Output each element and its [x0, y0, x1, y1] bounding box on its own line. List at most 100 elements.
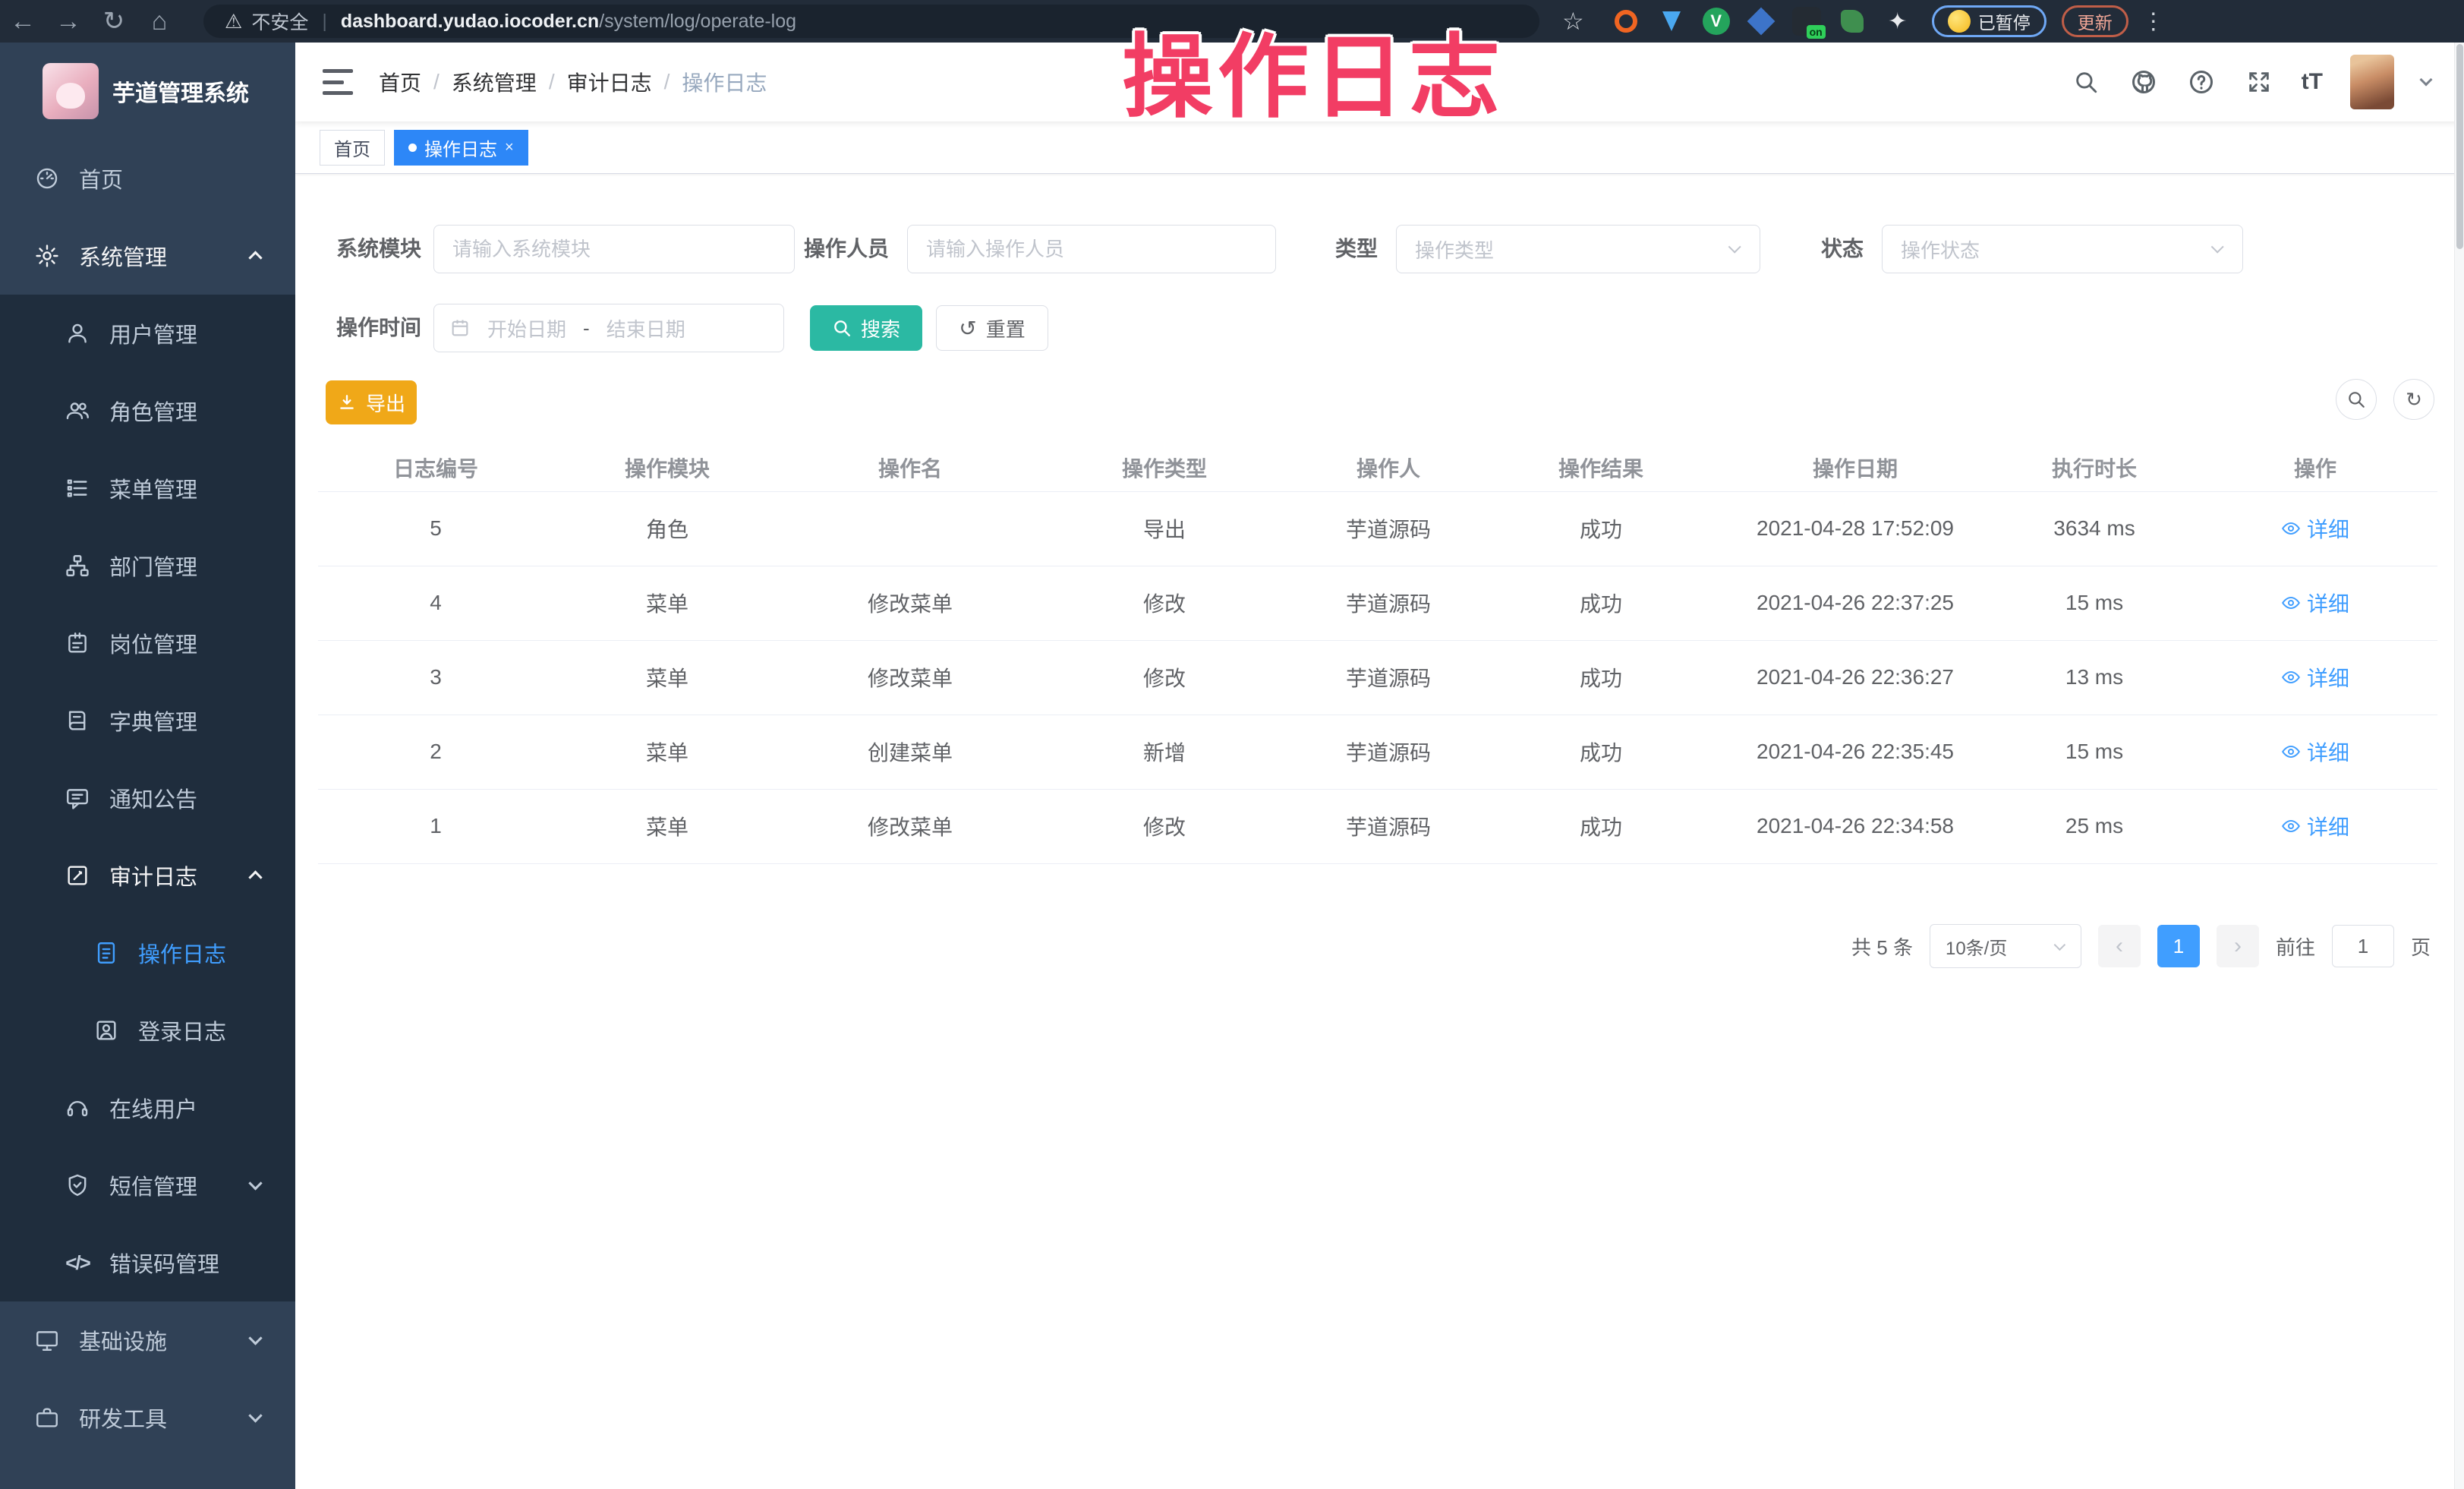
sidebar-item-sms-management[interactable]: 短信管理 [0, 1147, 295, 1224]
sidebar-item-user-management[interactable]: 用户管理 [0, 295, 295, 372]
sidebar-item-home[interactable]: 首页 [0, 140, 295, 217]
col-date: 操作日期 [1715, 444, 1996, 491]
table-header-row: 日志编号 操作模块 操作名 操作类型 操作人 操作结果 操作日期 执行时长 操作 [318, 444, 2437, 491]
breadcrumb-audit-log[interactable]: 审计日志 [567, 67, 652, 97]
sidebar-item-system-management[interactable]: 系统管理 [0, 217, 295, 295]
shield-icon [62, 1172, 93, 1198]
main-content: 系统模块 操作人员 类型 操作类型 状态 操作状态 操作时间 开始日期 - 结束… [295, 174, 2464, 1489]
extension-orange-icon[interactable] [1612, 7, 1640, 36]
breadcrumb-home[interactable]: 首页 [379, 67, 421, 97]
scrollbar-thumb[interactable] [2456, 44, 2463, 249]
pagination-total: 共 5 条 [1851, 932, 1913, 961]
user-icon [62, 320, 93, 346]
goto-page-input[interactable] [2332, 925, 2394, 967]
sidebar-item-operate-log[interactable]: 操作日志 [0, 914, 295, 992]
github-icon[interactable] [2128, 67, 2159, 97]
sidebar-item-error-code[interactable]: </> 错误码管理 [0, 1224, 295, 1301]
paused-extension-pill[interactable]: 已暂停 [1932, 5, 2047, 37]
page-1-button[interactable]: 1 [2157, 925, 2200, 967]
sidebar-item-login-log[interactable]: 登录日志 [0, 992, 295, 1069]
browser-forward-icon[interactable]: → [46, 7, 91, 36]
sidebar-item-post-management[interactable]: 岗位管理 [0, 604, 295, 682]
col-result: 操作结果 [1487, 444, 1715, 491]
address-bar[interactable]: ⚠ 不安全 | dashboard.yudao.iocoder.cn/syste… [203, 5, 1539, 38]
sidebar-item-menu-management[interactable]: 菜单管理 [0, 450, 295, 527]
browser-update-button[interactable]: 更新 [2062, 5, 2128, 37]
not-secure-icon: ⚠ [225, 10, 242, 33]
detail-link[interactable]: 详细 [2281, 588, 2349, 618]
refresh-icon: ↻ [2406, 388, 2422, 412]
extension-gem-icon[interactable] [1747, 7, 1776, 36]
breadcrumb-system[interactable]: 系统管理 [452, 67, 537, 97]
users-icon [62, 398, 93, 424]
extension-leaf-icon[interactable] [1838, 7, 1867, 36]
org-tree-icon [62, 553, 93, 579]
sidebar-item-infrastructure[interactable]: 基础设施 [0, 1301, 295, 1379]
date-range-picker[interactable]: 开始日期 - 结束日期 [433, 304, 784, 352]
status-label: 状态 [1785, 225, 1864, 273]
scrollbar[interactable] [2454, 43, 2464, 1489]
operate-log-table: 日志编号 操作模块 操作名 操作类型 操作人 操作结果 操作日期 执行时长 操作… [318, 444, 2437, 864]
announcement-icon [62, 785, 93, 811]
operator-input[interactable] [908, 226, 1275, 273]
col-log-id: 日志编号 [318, 444, 553, 491]
sidebar-item-dev-tools[interactable]: 研发工具 [0, 1379, 295, 1456]
operate-log-icon [91, 940, 121, 966]
browser-menu-icon[interactable]: ⋮ [2142, 8, 2166, 35]
type-select[interactable]: 操作类型 [1396, 225, 1760, 273]
table-row: 3 菜单 修改菜单 修改 芋道源码 成功 2021-04-26 22:36:27… [318, 640, 2437, 715]
detail-link[interactable]: 详细 [2281, 513, 2349, 544]
avatar[interactable] [2350, 55, 2394, 109]
headset-icon [62, 1095, 93, 1121]
tab-operate-log[interactable]: 操作日志 × [394, 130, 528, 166]
sidebar-item-dict-management[interactable]: 字典管理 [0, 682, 295, 759]
navbar-actions: tT [2071, 55, 2464, 109]
eye-icon [2281, 667, 2301, 687]
refresh-icon: ↺ [959, 316, 976, 341]
eye-icon [2281, 742, 2301, 762]
browser-home-icon[interactable]: ⌂ [137, 7, 182, 36]
audit-log-icon [62, 863, 93, 888]
browser-back-icon[interactable]: ← [0, 7, 46, 36]
extension-pin-icon[interactable] [1657, 7, 1686, 36]
type-label: 类型 [1299, 225, 1378, 273]
export-button[interactable]: 导出 [326, 380, 417, 424]
status-select[interactable]: 操作状态 [1882, 225, 2243, 273]
dictionary-icon [62, 708, 93, 733]
chevron-down-icon [2054, 939, 2066, 951]
detail-link[interactable]: 详细 [2281, 811, 2349, 841]
fullscreen-icon[interactable] [2244, 67, 2274, 97]
toggle-search-button[interactable] [2336, 379, 2377, 420]
sidebar-toggle-icon[interactable] [323, 69, 353, 95]
sidebar-item-online-users[interactable]: 在线用户 [0, 1069, 295, 1147]
page-size-select[interactable]: 10条/页 [1930, 924, 2081, 968]
search-icon[interactable] [2071, 67, 2101, 97]
extension-switch-icon[interactable]: on [1792, 7, 1821, 36]
search-icon [2346, 390, 2366, 409]
reset-button[interactable]: ↺ 重置 [936, 305, 1048, 351]
module-input[interactable] [434, 226, 794, 273]
sidebar-item-role-management[interactable]: 角色管理 [0, 372, 295, 450]
next-page-button[interactable]: › [2217, 925, 2259, 967]
extensions-puzzle-icon[interactable]: ✦ [1883, 7, 1912, 36]
prev-page-button[interactable]: ‹ [2098, 925, 2141, 967]
tab-home[interactable]: 首页 [320, 130, 385, 166]
refresh-table-button[interactable]: ↻ [2393, 379, 2434, 420]
sidebar-item-dept-management[interactable]: 部门管理 [0, 527, 295, 604]
eye-icon [2281, 519, 2301, 538]
bookmark-star-icon[interactable]: ☆ [1562, 7, 1584, 36]
sidebar-item-announcement[interactable]: 通知公告 [0, 759, 295, 837]
url-path: /system/log/operate-log [599, 11, 796, 33]
help-icon[interactable] [2186, 67, 2217, 97]
font-size-icon[interactable]: tT [2302, 69, 2323, 95]
sidebar-item-audit-log[interactable]: 审计日志 [0, 837, 295, 914]
close-icon[interactable]: × [505, 139, 514, 156]
chevron-down-icon[interactable] [2420, 74, 2433, 87]
search-button[interactable]: 搜索 [810, 305, 922, 351]
detail-link[interactable]: 详细 [2281, 737, 2349, 767]
not-secure-label: 不安全 [251, 8, 308, 35]
browser-reload-icon[interactable]: ↻ [91, 6, 137, 36]
detail-link[interactable]: 详细 [2281, 662, 2349, 692]
extension-v-icon[interactable]: V [1703, 8, 1730, 35]
sidebar-logo-row[interactable]: 芋道管理系统 [0, 43, 295, 140]
